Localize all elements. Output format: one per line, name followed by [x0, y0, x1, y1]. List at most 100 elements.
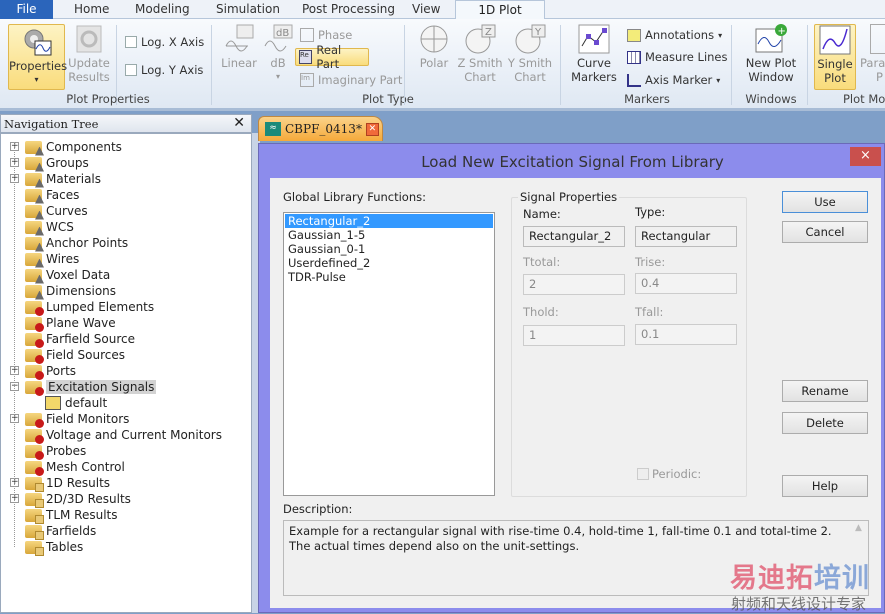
- polar-button[interactable]: Polar: [416, 24, 452, 70]
- tree-item[interactable]: Wires: [25, 251, 80, 268]
- tree-item[interactable]: 1D Results: [25, 475, 111, 492]
- tree-line: [14, 142, 15, 547]
- close-icon[interactable]: ✕: [233, 115, 245, 131]
- tab-1d-plot[interactable]: 1D Plot: [455, 0, 545, 20]
- dialog-close-button[interactable]: ×: [850, 147, 881, 166]
- measure-lines-button[interactable]: Measure Lines: [624, 48, 731, 66]
- log-y-axis-checkbox[interactable]: Log. Y Axis: [122, 61, 206, 79]
- tree-item[interactable]: Probes: [25, 443, 87, 460]
- folder-documents-icon: [25, 508, 44, 524]
- axis-marker-button[interactable]: Axis Marker ▾: [624, 71, 723, 89]
- tree-item[interactable]: Farfield Source: [25, 331, 135, 348]
- y-smith-chart-button[interactable]: Y Y Smith Chart: [506, 24, 554, 84]
- z-smith-chart-button[interactable]: Z Z Smith Chart: [456, 24, 504, 84]
- tree-item-label: Wires: [46, 252, 80, 266]
- load-excitation-signal-dialog: Load New Excitation Signal From Library …: [258, 143, 885, 613]
- signal-icon: [45, 396, 61, 410]
- library-function-item[interactable]: Rectangular_2: [285, 214, 493, 228]
- tree-item[interactable]: Field Monitors: [25, 411, 129, 428]
- tree-item[interactable]: WCS: [25, 219, 74, 236]
- ribbon: Properties ▾ Update Results Log. X Axis Lo…: [0, 19, 885, 111]
- tree-item[interactable]: Lumped Elements: [25, 299, 154, 316]
- curve-markers-button[interactable]: Curve Markers: [566, 24, 622, 84]
- trise-field[interactable]: 0.4: [635, 273, 737, 294]
- group-label-plot-mode: Plot Mo: [843, 92, 885, 106]
- tree-item[interactable]: Field Sources: [25, 347, 125, 364]
- tree-item[interactable]: Plane Wave: [25, 315, 116, 332]
- properties-button[interactable]: Properties ▾: [8, 24, 67, 90]
- library-function-item[interactable]: Userdefined_2: [285, 256, 493, 270]
- close-tab-icon[interactable]: ✕: [365, 122, 379, 136]
- type-field[interactable]: Rectangular: [635, 226, 737, 247]
- delete-button[interactable]: Delete: [782, 412, 868, 434]
- log-x-axis-checkbox[interactable]: Log. X Axis: [122, 33, 207, 51]
- tree-item[interactable]: Voxel Data: [25, 267, 110, 284]
- use-button[interactable]: Use: [782, 191, 868, 213]
- folder-cone-icon: [25, 284, 44, 300]
- tab-view[interactable]: View: [412, 2, 440, 16]
- tree-item[interactable]: Components: [25, 139, 122, 156]
- signal-properties-label: Signal Properties: [520, 190, 618, 204]
- tfall-field[interactable]: 0.1: [635, 324, 737, 345]
- periodic-checkbox[interactable]: Periodic:: [637, 467, 701, 481]
- library-function-item[interactable]: Gaussian_1-5: [285, 228, 493, 242]
- imaginary-part-button[interactable]: Im Imaginary Part: [297, 71, 405, 89]
- parallel-plot-button[interactable]: Para P: [860, 24, 885, 84]
- folder-cone-icon: [25, 268, 44, 284]
- help-button[interactable]: Help: [782, 475, 868, 497]
- tree-item-label: Farfields: [46, 524, 97, 538]
- tree-item[interactable]: Excitation Signals: [25, 379, 157, 396]
- library-functions-list[interactable]: Rectangular_2 Gaussian_1-5 Gaussian_0-1 Use…: [283, 212, 495, 496]
- tree-item[interactable]: Voltage and Current Monitors: [25, 427, 222, 444]
- tree-item[interactable]: Farfields: [25, 523, 97, 540]
- tree-item[interactable]: Anchor Points: [25, 235, 128, 252]
- tree-item-label: Mesh Control: [46, 460, 125, 474]
- tree-item-label: Groups: [46, 156, 89, 170]
- single-plot-icon: [819, 25, 851, 55]
- rename-button[interactable]: Rename: [782, 380, 868, 402]
- tree-item-label: Voltage and Current Monitors: [46, 428, 222, 442]
- thold-field[interactable]: 1: [523, 325, 625, 346]
- scroll-up-icon[interactable]: ▲: [855, 523, 862, 533]
- update-results-button[interactable]: Update Results: [68, 24, 110, 84]
- folder-cone-icon: [25, 140, 44, 156]
- file-tab[interactable]: File: [0, 0, 53, 19]
- tab-home[interactable]: Home: [74, 2, 109, 16]
- tree-item[interactable]: Faces: [25, 187, 79, 204]
- annotations-button[interactable]: Annotations ▾: [624, 26, 725, 44]
- tree-item[interactable]: Ports: [25, 363, 76, 380]
- tree-item[interactable]: TLM Results: [25, 507, 118, 524]
- tab-simulation[interactable]: Simulation: [216, 2, 280, 16]
- tree-item[interactable]: Mesh Control: [25, 459, 125, 476]
- phase-button[interactable]: Phase: [297, 26, 355, 44]
- folder-gear-icon: [25, 348, 44, 364]
- tree-item[interactable]: Materials: [25, 171, 101, 188]
- library-function-item[interactable]: Gaussian_0-1: [285, 242, 493, 256]
- folder-gear-icon: [25, 380, 44, 396]
- tree-item[interactable]: Groups: [25, 155, 89, 172]
- new-plot-window-button[interactable]: + New Plot Window: [740, 24, 802, 84]
- library-function-item[interactable]: TDR-Pulse: [285, 270, 493, 284]
- folder-gear-icon: [25, 364, 44, 380]
- real-part-button[interactable]: Re Real Part: [295, 43, 369, 71]
- tree-item-label: 1D Results: [46, 476, 111, 490]
- name-field[interactable]: Rectangular_2: [523, 226, 625, 247]
- document-tab[interactable]: ≈ CBPF_0413* ✕: [258, 116, 383, 141]
- tree-item[interactable]: default: [45, 395, 107, 411]
- tree-item[interactable]: Curves: [25, 203, 88, 220]
- navigation-tree-header: Navigation Tree ✕: [0, 114, 252, 133]
- tree-item[interactable]: Tables: [25, 539, 83, 556]
- folder-gear-icon: [25, 300, 44, 316]
- tree-item[interactable]: Dimensions: [25, 283, 116, 300]
- tree-item-label: Probes: [46, 444, 87, 458]
- tree-item[interactable]: 2D/3D Results: [25, 491, 131, 508]
- tree-item-label: WCS: [46, 220, 74, 234]
- linear-button[interactable]: Linear: [220, 24, 258, 70]
- linear-plot-icon: [225, 24, 254, 52]
- ttotal-field[interactable]: 2: [523, 274, 625, 295]
- cancel-button[interactable]: Cancel: [782, 221, 868, 243]
- db-button[interactable]: dB dB ▾: [262, 24, 294, 84]
- single-plot-button[interactable]: Single Plot: [814, 24, 856, 90]
- tab-modeling[interactable]: Modeling: [135, 2, 190, 16]
- tab-post-processing[interactable]: Post Processing: [302, 2, 395, 16]
